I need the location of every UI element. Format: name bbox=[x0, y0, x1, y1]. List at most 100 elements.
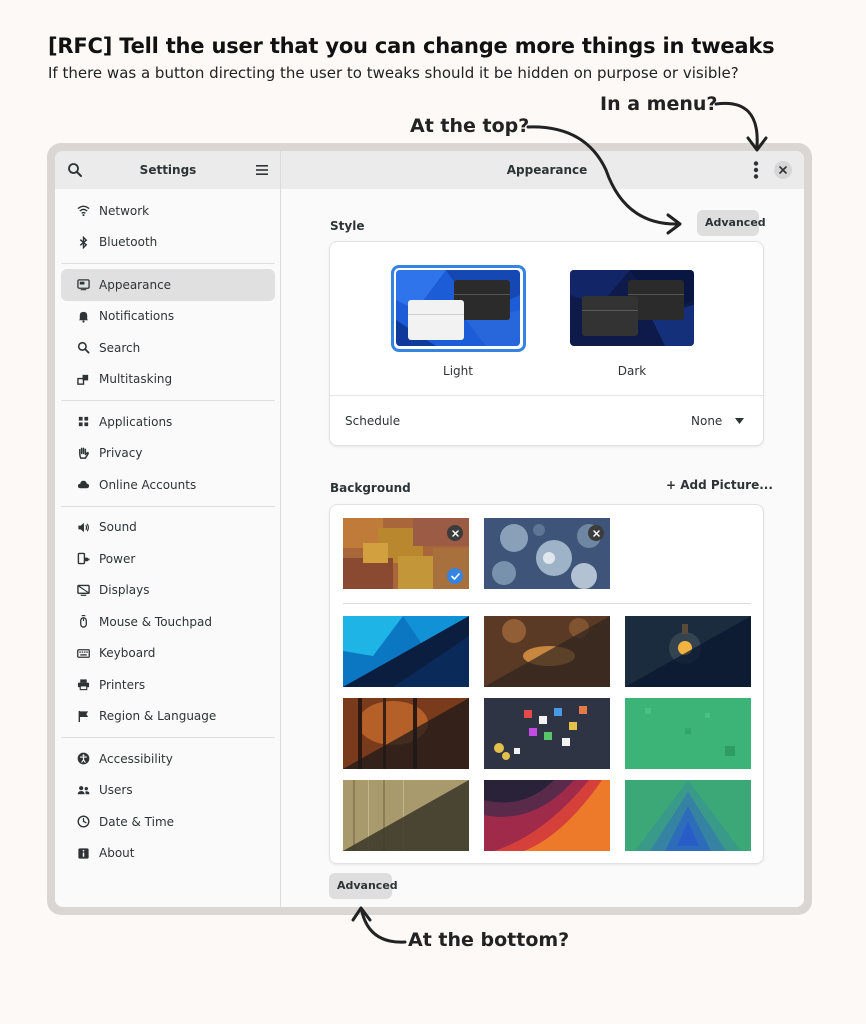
cloud-icon bbox=[76, 478, 90, 492]
clock-icon bbox=[76, 815, 90, 829]
sidebar-item-label: Users bbox=[99, 783, 133, 798]
sidebar-item-appearance[interactable]: Appearance bbox=[61, 269, 275, 301]
sidebar-item-date-time[interactable]: Date & Time bbox=[61, 806, 275, 838]
content-header: Appearance bbox=[281, 151, 804, 189]
sidebar-item-label: Privacy bbox=[99, 446, 143, 461]
sidebar-item-network[interactable]: Network bbox=[61, 195, 275, 227]
schedule-label: Schedule bbox=[345, 414, 401, 428]
background-thumbnail-blue-triangle[interactable] bbox=[625, 780, 751, 851]
arrow-to-menu bbox=[714, 101, 759, 148]
sidebar-list: Network Bluetooth Appearance Notificatio… bbox=[55, 195, 281, 869]
sidebar-item-multitasking[interactable]: Multitasking bbox=[61, 364, 275, 396]
sidebar-item-label: Applications bbox=[99, 414, 173, 429]
sidebar-item-label: Search bbox=[99, 340, 141, 355]
sidebar-item-label: Network bbox=[99, 203, 150, 218]
sidebar-item-label: Multitasking bbox=[99, 372, 173, 387]
theme-dark-preview[interactable] bbox=[570, 270, 694, 346]
bell-icon bbox=[76, 309, 90, 323]
grid-icon bbox=[76, 415, 90, 429]
keyboard-icon bbox=[76, 646, 90, 660]
sidebar-item-bluetooth[interactable]: Bluetooth bbox=[61, 227, 275, 259]
sidebar-item-power[interactable]: Power bbox=[61, 543, 275, 575]
background-thumbnail-green-pattern[interactable] bbox=[625, 698, 751, 769]
appearance-icon bbox=[76, 278, 90, 292]
close-icon bbox=[451, 529, 459, 537]
sidebar-item-keyboard[interactable]: Keyboard bbox=[61, 638, 275, 670]
theme-light-label: Light bbox=[443, 364, 473, 378]
style-section-title: Style bbox=[330, 219, 365, 233]
sidebar-item-sound[interactable]: Sound bbox=[61, 512, 275, 544]
remove-background-button[interactable] bbox=[588, 525, 604, 541]
sidebar-item-accessibility[interactable]: Accessibility bbox=[61, 743, 275, 775]
style-divider bbox=[330, 395, 763, 396]
add-picture-button[interactable]: + Add Picture... bbox=[666, 478, 773, 492]
sidebar-item-notifications[interactable]: Notifications bbox=[61, 301, 275, 333]
background-thumbnail-blue-geometric[interactable] bbox=[343, 616, 469, 687]
sidebar-title: Settings bbox=[139, 163, 197, 177]
sidebar-item-label: Online Accounts bbox=[99, 477, 197, 492]
sidebar-separator bbox=[61, 737, 275, 738]
post-title: [RFC] Tell the user that you can change … bbox=[48, 34, 775, 58]
schedule-dropdown[interactable]: None bbox=[691, 414, 722, 428]
background-thumbnail-sunset-waves[interactable] bbox=[484, 780, 610, 851]
sidebar-item-label: Notifications bbox=[99, 309, 175, 324]
info-icon bbox=[76, 846, 90, 860]
sidebar-item-label: Mouse & Touchpad bbox=[99, 614, 212, 629]
sidebar-item-privacy[interactable]: Privacy bbox=[61, 438, 275, 470]
sidebar-item-label: Date & Time bbox=[99, 814, 175, 829]
background-thumbnail-lightbulb[interactable] bbox=[625, 616, 751, 687]
selected-check-icon bbox=[447, 568, 463, 584]
sidebar-item-online-accounts[interactable]: Online Accounts bbox=[61, 469, 275, 501]
sidebar-separator bbox=[61, 400, 275, 401]
sidebar-item-about[interactable]: About bbox=[61, 838, 275, 870]
sidebar-item-label: Bluetooth bbox=[99, 235, 158, 250]
page-title: Appearance bbox=[506, 163, 588, 177]
theme-dark-label: Dark bbox=[617, 364, 647, 378]
annotation-at-the-top: At the top? bbox=[410, 115, 530, 137]
sidebar-item-mouse-touchpad[interactable]: Mouse & Touchpad bbox=[61, 606, 275, 638]
flag-icon bbox=[76, 709, 90, 723]
background-thumbnail-forest-sunrise[interactable] bbox=[343, 698, 469, 769]
background-thumbnail-leaf-bokeh[interactable] bbox=[484, 616, 610, 687]
sidebar: Settings Network Bluetooth Appearance No… bbox=[55, 151, 281, 907]
wifi-icon bbox=[76, 204, 90, 218]
sidebar-item-label: Appearance bbox=[99, 277, 172, 292]
style-card: Light Dark Schedule None bbox=[329, 241, 764, 446]
post-subtitle: If there was a button directing the user… bbox=[48, 64, 739, 82]
close-button[interactable] bbox=[774, 161, 792, 179]
sidebar-item-search[interactable]: Search bbox=[61, 332, 275, 364]
speaker-icon bbox=[76, 520, 90, 534]
background-thumbnail-vertical-lines[interactable] bbox=[343, 780, 469, 851]
sidebar-item-label: Keyboard bbox=[99, 646, 156, 661]
bluetooth-icon bbox=[76, 235, 90, 249]
hamburger-menu-icon[interactable] bbox=[254, 162, 270, 178]
theme-light-preview[interactable] bbox=[396, 270, 520, 346]
sidebar-item-label: Sound bbox=[99, 520, 137, 535]
kebab-menu-icon[interactable] bbox=[747, 160, 765, 180]
sidebar-separator bbox=[61, 505, 275, 507]
advanced-button-bottom[interactable]: Advanced bbox=[329, 873, 398, 899]
sidebar-item-printers[interactable]: Printers bbox=[61, 669, 275, 701]
sidebar-item-users[interactable]: Users bbox=[61, 775, 275, 807]
sidebar-item-applications[interactable]: Applications bbox=[61, 406, 275, 438]
sidebar-header: Settings bbox=[55, 151, 280, 189]
advanced-button-top[interactable]: Advanced bbox=[697, 210, 766, 236]
sidebar-item-displays[interactable]: Displays bbox=[61, 575, 275, 607]
background-section-title: Background bbox=[330, 481, 411, 495]
content-pane: Appearance Advanced Style Light Dark Sch… bbox=[281, 151, 804, 907]
sidebar-item-label: Displays bbox=[99, 583, 150, 598]
power-icon bbox=[76, 552, 90, 566]
multitasking-icon bbox=[76, 372, 90, 386]
display-icon bbox=[76, 583, 90, 597]
close-icon bbox=[779, 166, 787, 174]
sidebar-item-label: Power bbox=[99, 551, 136, 566]
caret-down-icon[interactable] bbox=[735, 418, 744, 424]
accessibility-icon bbox=[76, 752, 90, 766]
background-thumbnail-keycaps[interactable] bbox=[484, 698, 610, 769]
remove-background-button[interactable] bbox=[447, 525, 463, 541]
sidebar-item-label: About bbox=[99, 846, 135, 861]
search-icon bbox=[76, 341, 90, 355]
background-divider bbox=[343, 603, 751, 604]
sidebar-item-region-language[interactable]: Region & Language bbox=[61, 701, 275, 733]
annotation-in-a-menu: In a menu? bbox=[600, 93, 718, 115]
